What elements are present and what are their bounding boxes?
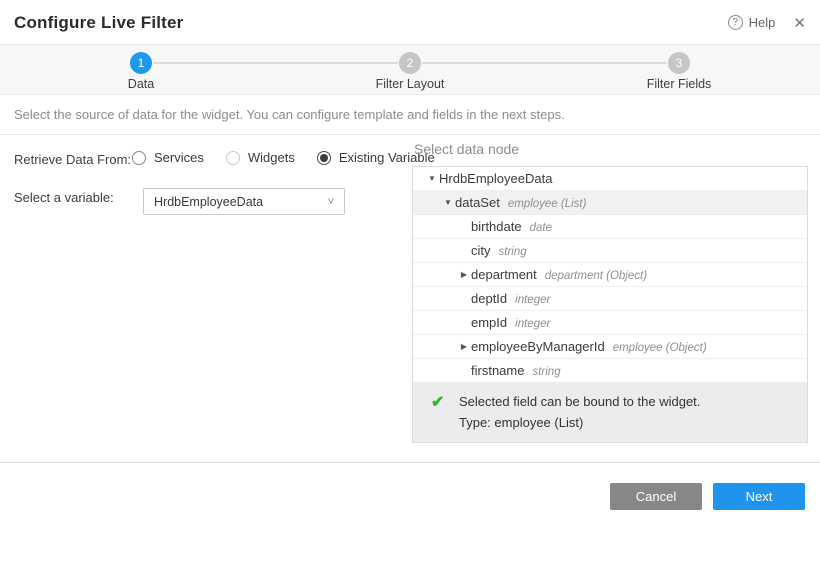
description-text: Select the source of data for the widget…: [0, 95, 820, 135]
check-icon: ✔: [431, 392, 444, 412]
caret-right-icon[interactable]: ▶: [457, 270, 471, 279]
variable-dropdown-value: HrdbEmployeeData: [154, 195, 263, 209]
caret-right-icon[interactable]: ▶: [457, 342, 471, 351]
status-message: Selected field can be bound to the widge…: [459, 391, 807, 412]
radio-services-dot[interactable]: [132, 151, 146, 165]
help-icon: ?: [728, 15, 743, 30]
step-3-circle[interactable]: 3: [668, 52, 690, 74]
tree-row[interactable]: deptIdinteger: [413, 287, 807, 311]
tree-node-name: birthdatedate: [471, 219, 552, 234]
help-button[interactable]: ? Help: [728, 15, 776, 30]
step-2-circle[interactable]: 2: [399, 52, 421, 74]
radio-widgets[interactable]: Widgets: [226, 150, 295, 165]
radio-existing-variable-dot[interactable]: [317, 151, 331, 165]
step-filter-fields[interactable]: 3 Filter Fields: [619, 52, 739, 91]
tree-node-name: dataSetemployee (List): [455, 195, 586, 210]
tree-node-type: integer: [515, 318, 550, 330]
select-variable-label: Select a variable:: [14, 190, 114, 205]
tree-node-name: departmentdepartment (Object): [471, 267, 647, 282]
tree-row[interactable]: birthdatedate: [413, 215, 807, 239]
tree-row[interactable]: empIdinteger: [413, 311, 807, 335]
radio-services[interactable]: Services: [132, 150, 204, 165]
status-type-info: Type: employee (List): [459, 412, 807, 433]
tree-node-type: date: [530, 222, 552, 234]
radio-widgets-label: Widgets: [248, 150, 295, 165]
dialog-header: Configure Live Filter ? Help ✕: [0, 0, 820, 45]
close-icon[interactable]: ✕: [789, 14, 810, 32]
data-node-tree: ▼HrdbEmployeeData▼dataSetemployee (List)…: [412, 166, 808, 443]
tree-node-name: citystring: [471, 243, 527, 258]
help-label: Help: [749, 15, 776, 30]
tree-node-type: employee (Object): [613, 342, 707, 354]
page-title: Configure Live Filter: [14, 0, 184, 45]
tree-node-type: integer: [515, 294, 550, 306]
tree-node-name: HrdbEmployeeData: [439, 171, 552, 186]
tree-node-name: firstnamestring: [471, 363, 561, 378]
configure-live-filter-dialog: Configure Live Filter ? Help ✕ 1 Data 2 …: [0, 0, 820, 572]
tree-node-name: employeeByManagerIdemployee (Object): [471, 339, 707, 354]
step-1-circle[interactable]: 1: [130, 52, 152, 74]
tree-row[interactable]: ▼dataSetemployee (List): [413, 191, 807, 215]
tree-row[interactable]: citystring: [413, 239, 807, 263]
data-node-panel: Select data node ▼HrdbEmployeeData▼dataS…: [412, 141, 808, 443]
tree-node-type: string: [499, 246, 527, 258]
tree-node-type: employee (List): [508, 198, 587, 210]
step-2-label: Filter Layout: [350, 77, 470, 91]
caret-down-icon[interactable]: ▼: [441, 198, 455, 207]
tree-node-name: deptIdinteger: [471, 291, 550, 306]
tree-node-type: department (Object): [545, 270, 647, 282]
data-source-radio-group: Services Widgets Existing Variable: [132, 150, 435, 165]
step-filter-layout[interactable]: 2 Filter Layout: [350, 52, 470, 91]
tree-node-name: empIdinteger: [471, 315, 550, 330]
next-button[interactable]: Next: [713, 483, 805, 510]
retrieve-data-from-label: Retrieve Data From:: [14, 152, 131, 167]
variable-dropdown[interactable]: HrdbEmployeeData ˅: [143, 188, 345, 215]
step-data[interactable]: 1 Data: [81, 52, 201, 91]
tree-row[interactable]: ▶employeeByManagerIdemployee (Object): [413, 335, 807, 359]
data-node-panel-title: Select data node: [412, 141, 808, 157]
tree-row[interactable]: ▶departmentdepartment (Object): [413, 263, 807, 287]
step-1-label: Data: [81, 77, 201, 91]
binding-status-box: ✔ Selected field can be bound to the wid…: [413, 383, 807, 442]
radio-widgets-dot[interactable]: [226, 151, 240, 165]
wizard-stepper: 1 Data 2 Filter Layout 3 Filter Fields: [0, 45, 820, 95]
dialog-body: Retrieve Data From: Services Widgets Exi…: [0, 135, 820, 462]
tree-row[interactable]: ▼HrdbEmployeeData: [413, 167, 807, 191]
dialog-footer: Cancel Next: [0, 462, 820, 572]
cancel-button[interactable]: Cancel: [610, 483, 702, 510]
chevron-down-icon: ˅: [328, 196, 334, 208]
step-3-label: Filter Fields: [619, 77, 739, 91]
tree-node-type: string: [532, 366, 560, 378]
radio-services-label: Services: [154, 150, 204, 165]
tree-row[interactable]: firstnamestring: [413, 359, 807, 383]
caret-down-icon[interactable]: ▼: [425, 174, 439, 183]
